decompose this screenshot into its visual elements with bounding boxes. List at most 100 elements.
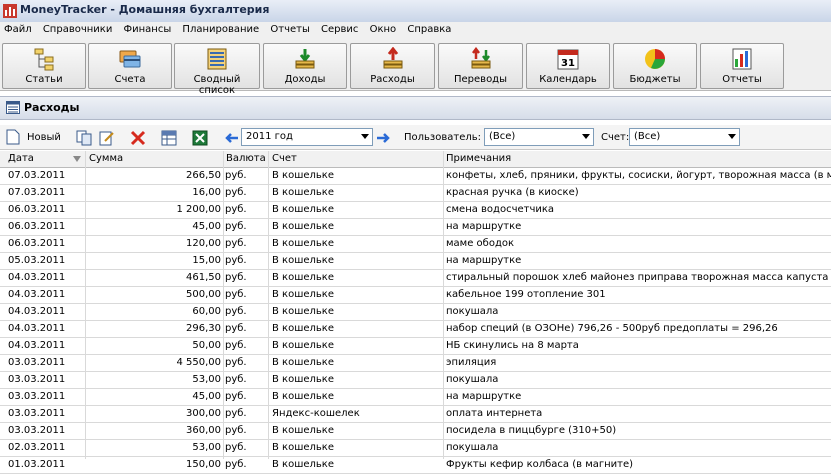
cell-account: В кошельке bbox=[272, 306, 334, 317]
table-row[interactable]: 03.03.2011 360,00 руб. В кошельке посидела в… bbox=[0, 423, 831, 440]
cell-account: В кошельке bbox=[272, 170, 334, 181]
cell-account: В кошельке bbox=[272, 323, 334, 334]
menu-reports[interactable]: Отчеты bbox=[266, 22, 313, 37]
cell-date: 05.03.2011 bbox=[8, 255, 66, 266]
records-toolbar: Новый 2011 год Пользователь: (Все) Счет:… bbox=[0, 125, 831, 150]
table-row[interactable]: 03.03.2011 4 550,00 руб. В кошельке эпиляция bbox=[0, 355, 831, 372]
cell-notes: посидела в пиццбурге (310+50) bbox=[446, 425, 617, 436]
toolbar-button-summary[interactable]: Сводный список bbox=[174, 43, 260, 96]
cell-date: 03.03.2011 bbox=[8, 357, 66, 368]
table-row[interactable]: 04.03.2011 500,00 руб. В кошельке кабельное … bbox=[0, 287, 831, 304]
table-settings-icon[interactable] bbox=[161, 130, 177, 146]
chevron-down-icon bbox=[582, 134, 590, 139]
toolbar-button-accounts[interactable]: Счета bbox=[88, 43, 172, 89]
toolbar-label: Сводный список bbox=[193, 74, 241, 96]
toolbar-label: Календарь bbox=[539, 74, 597, 85]
table-row[interactable]: 03.03.2011 45,00 руб. В кошельке на маршрутк… bbox=[0, 389, 831, 406]
table-row[interactable]: 06.03.2011 120,00 руб. В кошельке маме ободо… bbox=[0, 236, 831, 253]
menu-help[interactable]: Справка bbox=[403, 22, 455, 37]
cell-currency: руб. bbox=[225, 391, 247, 402]
table-body: 07.03.2011 266,50 руб. В кошельке конфеты, х… bbox=[0, 168, 831, 474]
column-header-currency[interactable]: Валюта bbox=[226, 153, 266, 164]
toolbar-label: Счета bbox=[114, 74, 146, 85]
chevron-down-icon bbox=[728, 134, 736, 139]
cell-amount: 500,00 bbox=[186, 289, 221, 300]
cell-amount: 296,30 bbox=[186, 323, 221, 334]
table-row[interactable]: 03.03.2011 53,00 руб. В кошельке покушала bbox=[0, 372, 831, 389]
table-row[interactable]: 04.03.2011 461,50 руб. В кошельке стиральный… bbox=[0, 270, 831, 287]
arrow-left-icon[interactable] bbox=[225, 132, 239, 144]
title-bar: MoneyTracker - Домашняя бухгалтерия bbox=[0, 0, 831, 23]
cell-currency: руб. bbox=[225, 238, 247, 249]
main-toolbar: Статьи Счета Сводный список Доходы Расхо… bbox=[0, 40, 831, 96]
column-header-date[interactable]: Дата bbox=[8, 153, 34, 164]
arrow-right-icon[interactable] bbox=[376, 132, 390, 144]
edit-icon[interactable] bbox=[99, 130, 115, 146]
table-row[interactable]: 04.03.2011 296,30 руб. В кошельке набор спец… bbox=[0, 321, 831, 338]
cell-currency: руб. bbox=[225, 340, 247, 351]
account-filter-label: Счет: bbox=[601, 132, 630, 143]
excel-export-icon[interactable] bbox=[192, 130, 208, 146]
table-row[interactable]: 04.03.2011 50,00 руб. В кошельке НБ скинулис… bbox=[0, 338, 831, 355]
user-filter-select[interactable]: (Все) bbox=[484, 128, 594, 146]
cell-notes: на маршрутке bbox=[446, 221, 522, 232]
menu-window[interactable]: Окно bbox=[366, 22, 401, 37]
cell-date: 04.03.2011 bbox=[8, 289, 66, 300]
cell-notes: эпиляция bbox=[446, 357, 497, 368]
window-title: MoneyTracker - Домашняя бухгалтерия bbox=[20, 3, 270, 16]
column-header-amount[interactable]: Сумма bbox=[89, 153, 123, 164]
cell-account: В кошельке bbox=[272, 374, 334, 385]
cell-currency: руб. bbox=[225, 357, 247, 368]
copy-icon[interactable] bbox=[76, 130, 92, 146]
toolbar-label: Отчеты bbox=[722, 74, 762, 85]
cell-account: В кошельке bbox=[272, 289, 334, 300]
menu-file[interactable]: Файл bbox=[0, 22, 36, 37]
table-row[interactable]: 01.03.2011 150,00 руб. В кошельке Фрукты кеф… bbox=[0, 457, 831, 474]
toolbar-button-transfers[interactable]: Переводы bbox=[438, 43, 523, 89]
menu-planning[interactable]: Планирование bbox=[178, 22, 263, 37]
sort-icon bbox=[73, 156, 81, 162]
account-filter-value: (Все) bbox=[634, 131, 661, 142]
app-icon bbox=[3, 4, 17, 18]
toolbar-button-expenses[interactable]: Расходы bbox=[350, 43, 435, 89]
table-row[interactable]: 07.03.2011 16,00 руб. В кошельке красная руч… bbox=[0, 185, 831, 202]
income-icon bbox=[295, 49, 315, 69]
toolbar-label: Расходы bbox=[370, 74, 415, 85]
toolbar-button-income[interactable]: Доходы bbox=[263, 43, 347, 89]
cell-currency: руб. bbox=[225, 170, 247, 181]
new-button[interactable]: Новый bbox=[6, 128, 64, 146]
menu-finance[interactable]: Финансы bbox=[120, 22, 176, 37]
table-row[interactable]: 06.03.2011 1 200,00 руб. В кошельке смена во… bbox=[0, 202, 831, 219]
column-header-notes[interactable]: Примечания bbox=[446, 153, 511, 164]
cell-amount: 50,00 bbox=[192, 340, 221, 351]
toolbar-button-calendar[interactable]: 31 Календарь bbox=[526, 43, 610, 89]
cell-account: В кошельке bbox=[272, 459, 334, 470]
table-row[interactable]: 02.03.2011 53,00 руб. В кошельке покушала bbox=[0, 440, 831, 457]
cell-amount: 120,00 bbox=[186, 238, 221, 249]
cell-account: Яндекс-кошелек bbox=[272, 408, 360, 419]
cell-account: В кошельке bbox=[272, 187, 334, 198]
table-row[interactable]: 03.03.2011 300,00 руб. Яндекс-кошелек оплата… bbox=[0, 406, 831, 423]
cell-account: В кошельке bbox=[272, 391, 334, 402]
tree-icon bbox=[34, 48, 54, 71]
cell-account: В кошельке bbox=[272, 255, 334, 266]
account-filter-select[interactable]: (Все) bbox=[629, 128, 740, 146]
toolbar-button-budgets[interactable]: Бюджеты bbox=[613, 43, 697, 89]
cell-amount: 53,00 bbox=[192, 374, 221, 385]
delete-icon[interactable] bbox=[130, 130, 146, 146]
period-select[interactable]: 2011 год bbox=[241, 128, 373, 146]
cell-date: 04.03.2011 bbox=[8, 340, 66, 351]
list-icon bbox=[6, 101, 20, 114]
table-row[interactable]: 05.03.2011 15,00 руб. В кошельке на маршрутк… bbox=[0, 253, 831, 270]
menu-service[interactable]: Сервис bbox=[317, 22, 362, 37]
table-row[interactable]: 06.03.2011 45,00 руб. В кошельке на маршрутк… bbox=[0, 219, 831, 236]
menu-references[interactable]: Справочники bbox=[39, 22, 117, 37]
table-row[interactable]: 04.03.2011 60,00 руб. В кошельке покушала bbox=[0, 304, 831, 321]
new-button-label: Новый bbox=[27, 132, 61, 143]
column-header-account[interactable]: Счет bbox=[272, 153, 297, 164]
toolbar-button-articles[interactable]: Статьи bbox=[2, 43, 86, 89]
toolbar-button-reports[interactable]: Отчеты bbox=[700, 43, 784, 89]
cell-currency: руб. bbox=[225, 408, 247, 419]
table-row[interactable]: 07.03.2011 266,50 руб. В кошельке конфеты, х… bbox=[0, 168, 831, 185]
cell-date: 06.03.2011 bbox=[8, 204, 66, 215]
